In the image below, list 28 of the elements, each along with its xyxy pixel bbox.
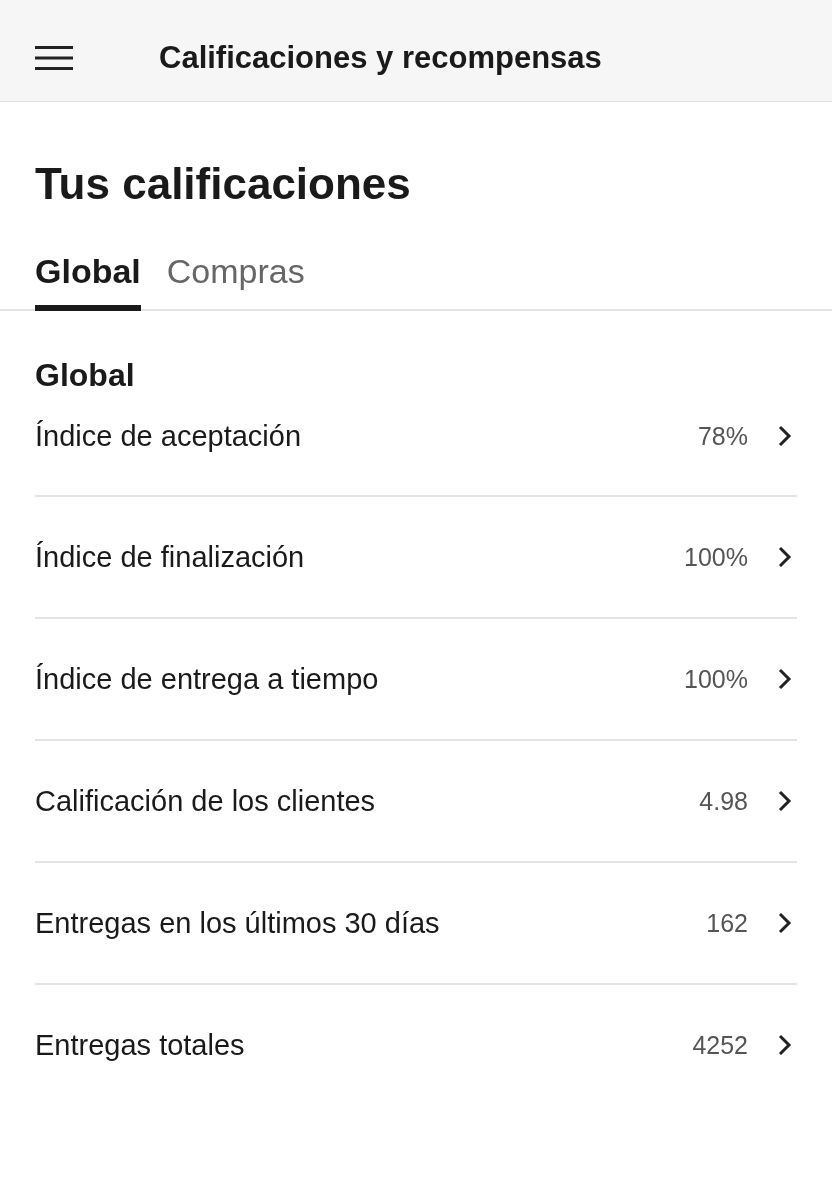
- row-label: Índice de aceptación: [35, 419, 303, 453]
- row-label: Calificación de los clientes: [35, 784, 377, 818]
- row-value: 162: [706, 908, 748, 938]
- tab[interactable]: Global: [35, 252, 141, 311]
- row-label: Entregas totales: [35, 1028, 246, 1062]
- page-title: Tus calificaciones: [35, 158, 412, 210]
- row-value: 4252: [692, 1030, 748, 1060]
- rating-row[interactable]: Índice de entrega a tiempo 100%: [35, 619, 797, 741]
- chevron-right-icon: [778, 912, 792, 934]
- row-value: 4.98: [699, 786, 748, 816]
- menu-icon[interactable]: [35, 45, 73, 70]
- rating-row[interactable]: Entregas totales 4252: [35, 985, 797, 1105]
- chevron-right-icon: [778, 668, 792, 690]
- row-value: 100%: [684, 542, 748, 572]
- row-label: Índice de entrega a tiempo: [35, 662, 380, 696]
- row-value: 78%: [697, 421, 748, 451]
- row-label: Entregas en los últimos 30 días: [35, 906, 441, 940]
- chevron-right-icon: [778, 546, 792, 568]
- chevron-right-icon: [778, 1034, 792, 1056]
- chevron-right-icon: [778, 425, 792, 447]
- chevron-right-icon: [778, 790, 792, 812]
- header-title: Calificaciones y recompensas: [159, 39, 602, 76]
- rating-row[interactable]: Calificación de los clientes 4.98: [35, 741, 797, 863]
- tab[interactable]: Compras: [166, 252, 305, 311]
- rating-row[interactable]: Índice de finalización 100%: [35, 497, 797, 619]
- row-value: 100%: [684, 664, 748, 694]
- row-label: Índice de finalización: [35, 540, 306, 574]
- rating-row[interactable]: Entregas en los últimos 30 días 162: [35, 863, 797, 985]
